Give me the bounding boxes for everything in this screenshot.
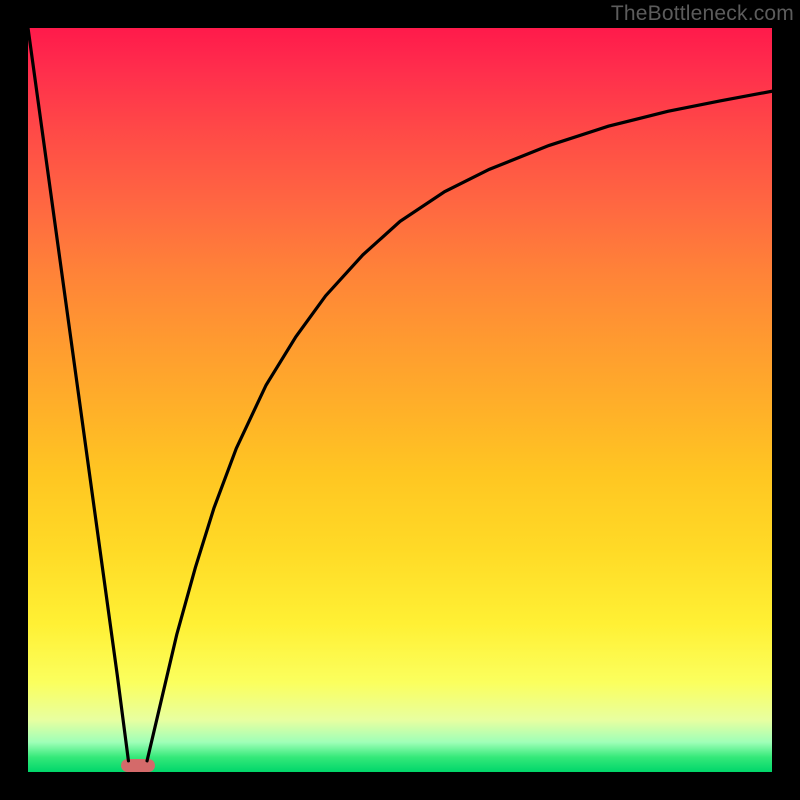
plot-area — [28, 28, 772, 772]
chart-frame: TheBottleneck.com — [0, 0, 800, 800]
bottleneck-curve — [28, 28, 772, 772]
watermark-text: TheBottleneck.com — [611, 2, 794, 26]
